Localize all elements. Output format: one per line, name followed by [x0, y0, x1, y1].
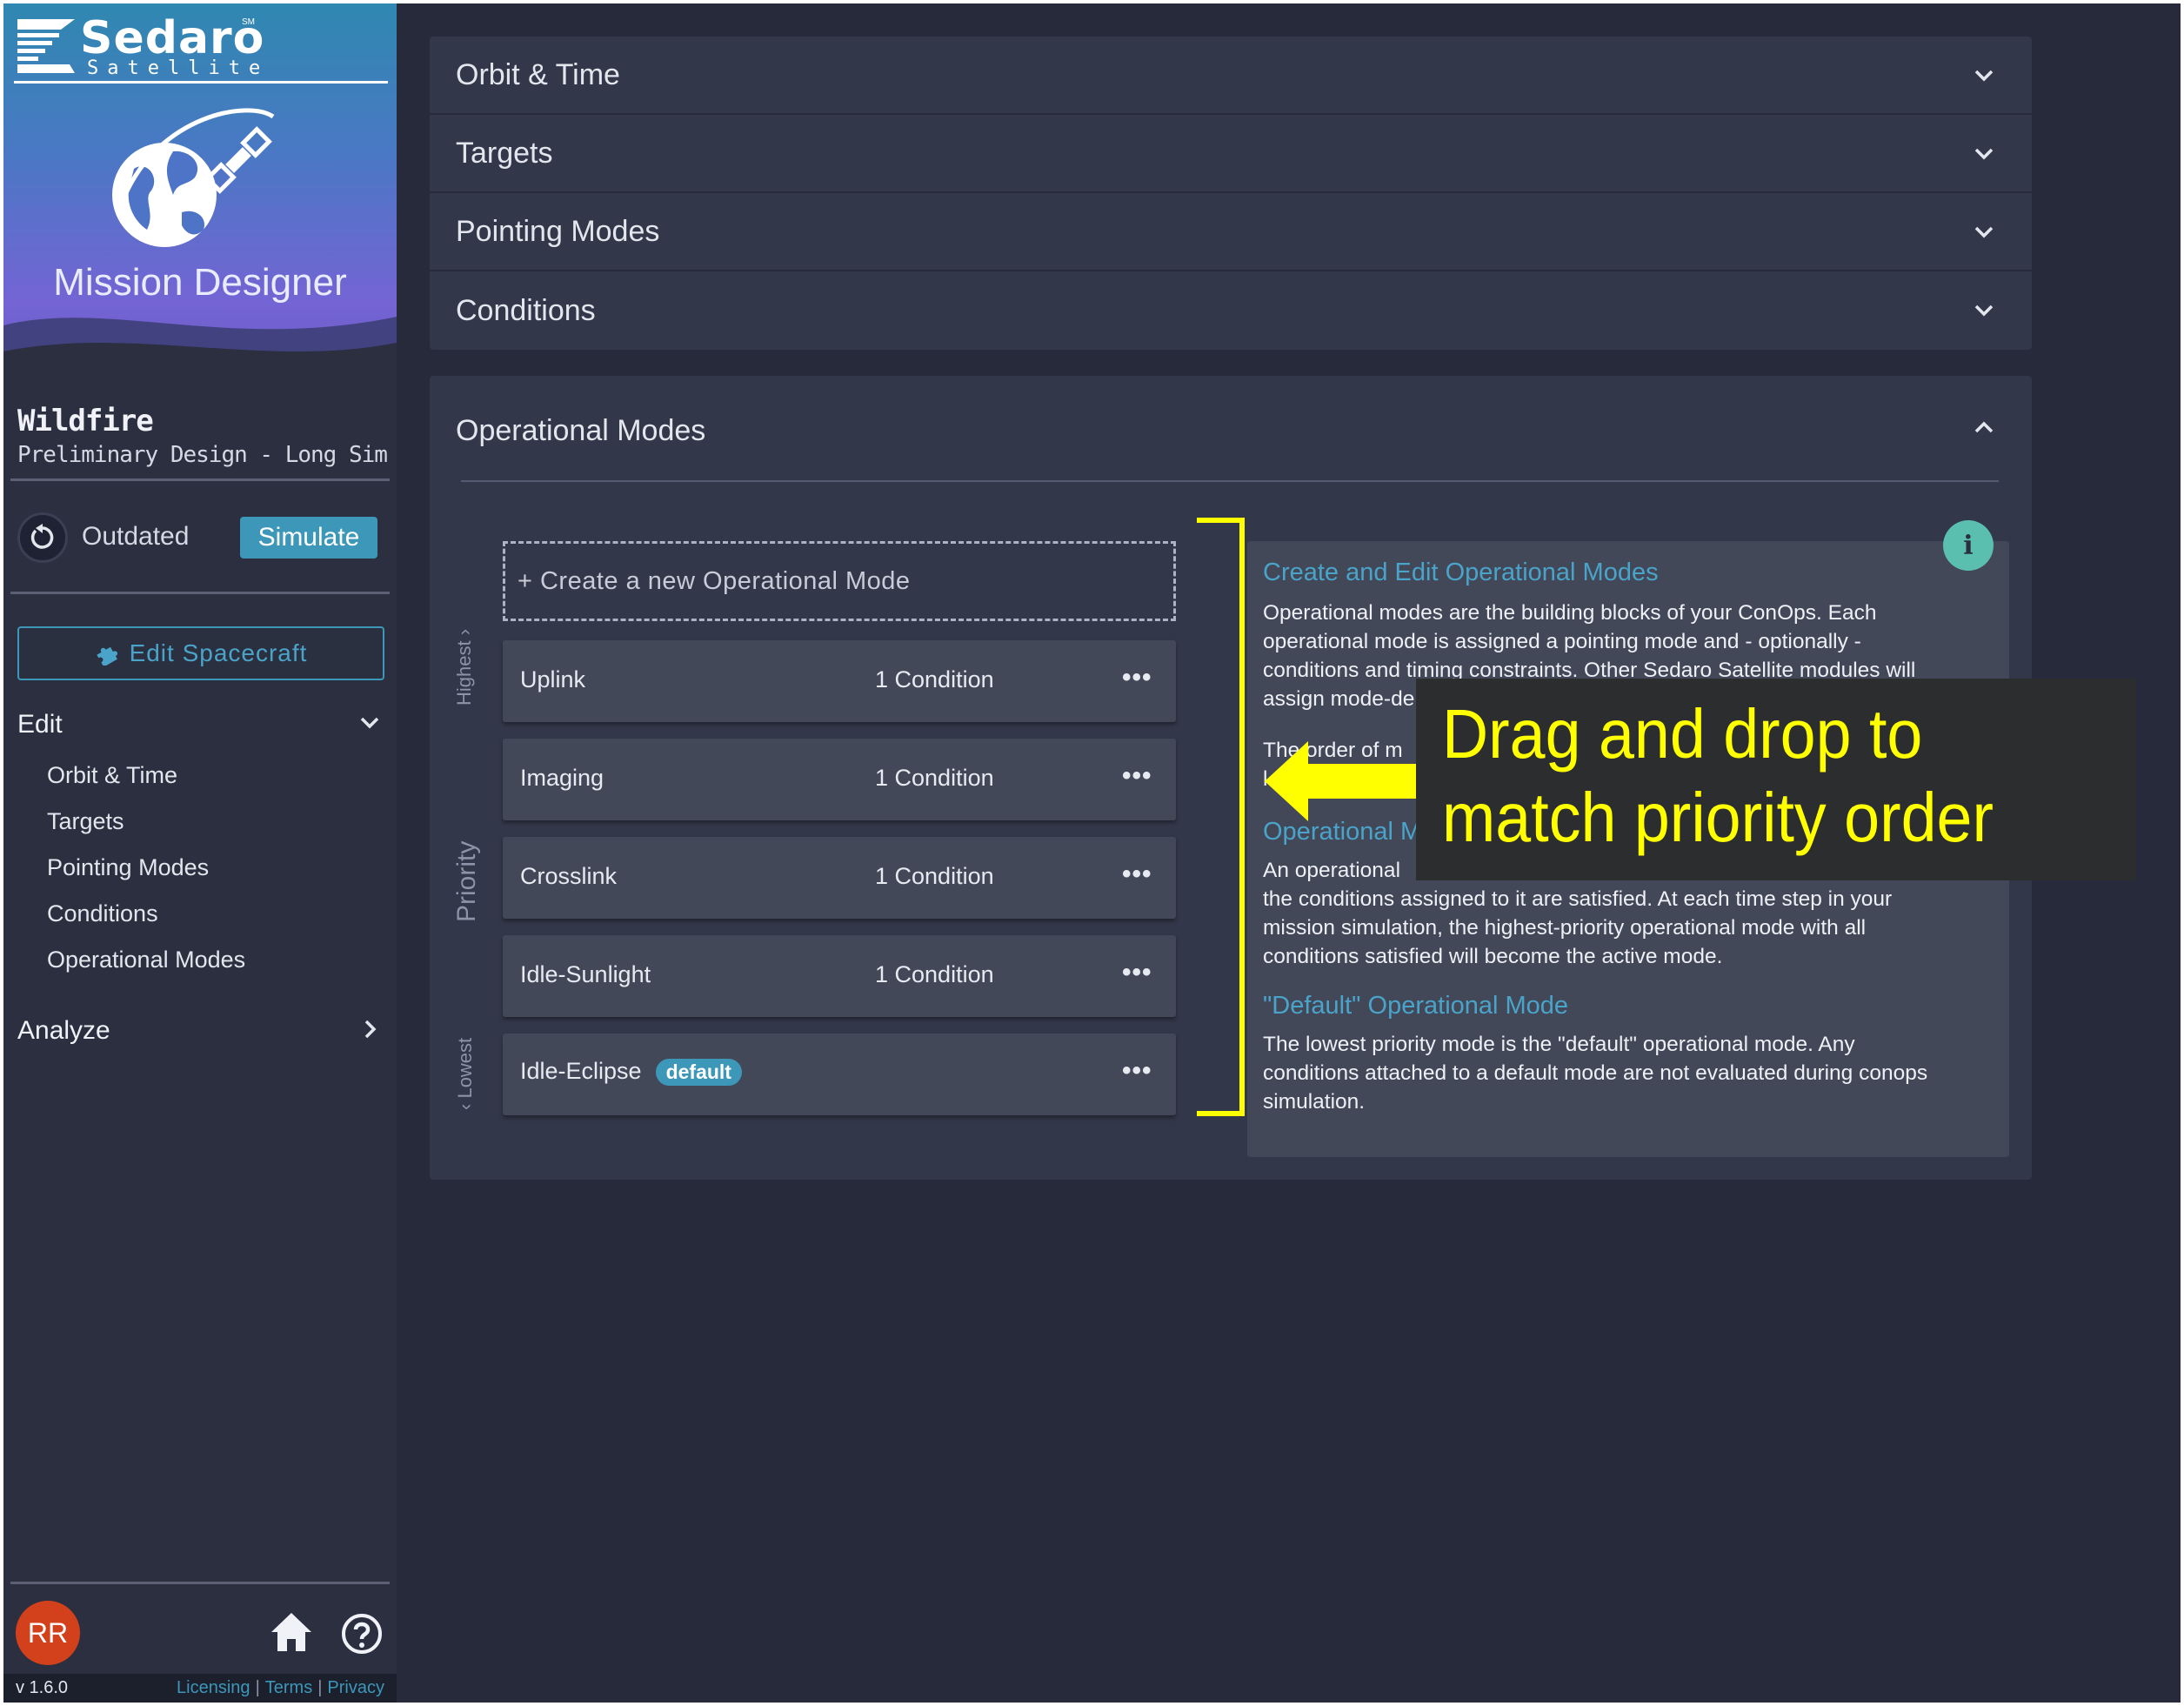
more-options-icon[interactable]: •••	[1122, 1056, 1152, 1086]
nav-item-conditions[interactable]: Conditions	[47, 900, 158, 927]
version-label: v 1.6.0	[16, 1678, 69, 1697]
mode-condition-count: 1 Condition	[875, 666, 994, 692]
chevron-up-icon[interactable]	[1971, 414, 1997, 440]
mode-name: Crosslink	[520, 863, 618, 889]
info-heading: "Default" Operational Mode	[1263, 992, 1569, 1020]
more-options-icon[interactable]: •••	[1122, 663, 1152, 692]
nav-item-orbit-time[interactable]: Orbit & Time	[47, 762, 177, 789]
terms-link[interactable]: Terms	[265, 1678, 312, 1697]
logo-lines-icon	[17, 19, 75, 73]
accordion-label: Orbit & Time	[456, 57, 620, 91]
accordion-orbit-time[interactable]: Orbit & Time	[430, 37, 2032, 115]
chevron-down-icon	[360, 717, 379, 729]
accordion-label: Targets	[456, 136, 553, 170]
edit-spacecraft-label: Edit Spacecraft	[129, 639, 308, 666]
mode-card-crosslink[interactable]: Crosslink 1 Condition •••	[503, 837, 1176, 919]
home-icon[interactable]	[270, 1611, 313, 1653]
more-options-icon[interactable]: •••	[1122, 860, 1152, 889]
more-options-icon[interactable]: •••	[1122, 958, 1152, 987]
info-icon[interactable]: i	[1943, 520, 1994, 571]
chevron-down-icon	[1974, 148, 1994, 160]
accordion-label: Conditions	[456, 293, 596, 327]
info-paragraph: The lowest priority mode is the "default…	[1263, 1033, 1928, 1114]
create-operational-mode-button[interactable]: + Create a new Operational Mode	[503, 541, 1176, 621]
logo[interactable]: Sedaro SM Satellite	[14, 12, 388, 84]
status-refresh-icon[interactable]	[17, 512, 68, 563]
mode-card-uplink[interactable]: Uplink 1 Condition •••	[503, 640, 1176, 722]
divider	[10, 1582, 390, 1584]
mode-name: Uplink	[520, 666, 586, 692]
puzzle-icon	[96, 646, 117, 666]
app-window: Sedaro SM Satellite Mission Designer Wil…	[3, 3, 2181, 1703]
status-text: Outdated	[82, 522, 190, 551]
mode-name: Idle-Eclipse default	[520, 1058, 742, 1086]
accordion-conditions[interactable]: Conditions	[430, 271, 2032, 350]
divider	[10, 592, 390, 594]
default-badge: default	[655, 1059, 742, 1086]
app-title: Mission Designer	[53, 261, 347, 304]
chevron-down-icon	[1974, 226, 1994, 238]
operational-modes-title[interactable]: Operational Modes	[456, 414, 705, 448]
globe-satellite-icon	[112, 108, 275, 247]
simulate-button[interactable]: Simulate	[240, 517, 377, 559]
callout-text: Drag and drop to match priority order	[1442, 695, 1994, 856]
mode-card-imaging[interactable]: Imaging 1 Condition •••	[503, 739, 1176, 820]
chevron-right-icon	[364, 1020, 377, 1039]
priority-lowest-label: ‹ Lowest	[454, 1037, 476, 1110]
avatar[interactable]: RR	[16, 1601, 80, 1665]
divider	[461, 480, 1999, 482]
logo-trademark: SM	[242, 17, 255, 27]
mode-condition-count: 1 Condition	[875, 863, 994, 889]
help-icon[interactable]	[341, 1613, 383, 1655]
priority-highest-label: Highest ›	[453, 628, 475, 706]
edit-spacecraft-button[interactable]: Edit Spacecraft	[17, 626, 384, 680]
yellow-arrow-annotation	[1265, 741, 1421, 821]
nav-edit-toggle[interactable]: Edit	[17, 710, 383, 739]
logo-subtitle: Satellite	[87, 57, 270, 79]
nav-item-targets[interactable]: Targets	[47, 808, 124, 835]
divider	[10, 478, 390, 481]
nav-item-pointing-modes[interactable]: Pointing Modes	[47, 854, 209, 881]
callout-box: Drag and drop to match priority order	[1416, 679, 2136, 880]
nav-analyze-label: Analyze	[17, 1016, 110, 1045]
chevron-down-icon	[1974, 70, 1994, 82]
nav-analyze-toggle[interactable]: Analyze	[17, 1016, 383, 1046]
mode-card-idle-eclipse[interactable]: Idle-Eclipse default •••	[503, 1034, 1176, 1115]
project-subtitle: Preliminary Design - Long Sim	[17, 442, 388, 468]
mode-card-idle-sunlight[interactable]: Idle-Sunlight 1 Condition •••	[503, 935, 1176, 1017]
logo-wordmark: Sedaro	[80, 12, 265, 64]
nav-item-operational-modes[interactable]: Operational Modes	[47, 947, 245, 973]
licensing-link[interactable]: Licensing	[177, 1678, 250, 1697]
footer-links: Licensing | Terms | Privacy	[177, 1678, 384, 1697]
project-name: Wildfire	[17, 404, 154, 438]
mode-name: Idle-Sunlight	[520, 961, 651, 987]
priority-axis-label: Priority	[452, 840, 481, 922]
info-heading: Create and Edit Operational Modes	[1263, 559, 1659, 586]
mode-name: Imaging	[520, 765, 604, 791]
more-options-icon[interactable]: •••	[1122, 761, 1152, 791]
brand-header: Sedaro SM Satellite Mission Designer	[3, 3, 397, 378]
chevron-down-icon	[1974, 304, 1994, 317]
section-accordion: Orbit & Time Targets Pointing Modes Cond…	[430, 37, 2032, 350]
privacy-link[interactable]: Privacy	[327, 1678, 384, 1697]
accordion-pointing-modes[interactable]: Pointing Modes	[430, 193, 2032, 271]
sidebar: Sedaro SM Satellite Mission Designer Wil…	[3, 3, 397, 1703]
mode-condition-count: 1 Condition	[875, 961, 994, 987]
accordion-label: Pointing Modes	[456, 214, 660, 248]
nav-edit-label: Edit	[17, 710, 63, 739]
accordion-targets[interactable]: Targets	[430, 115, 2032, 193]
mode-condition-count: 1 Condition	[875, 765, 994, 791]
